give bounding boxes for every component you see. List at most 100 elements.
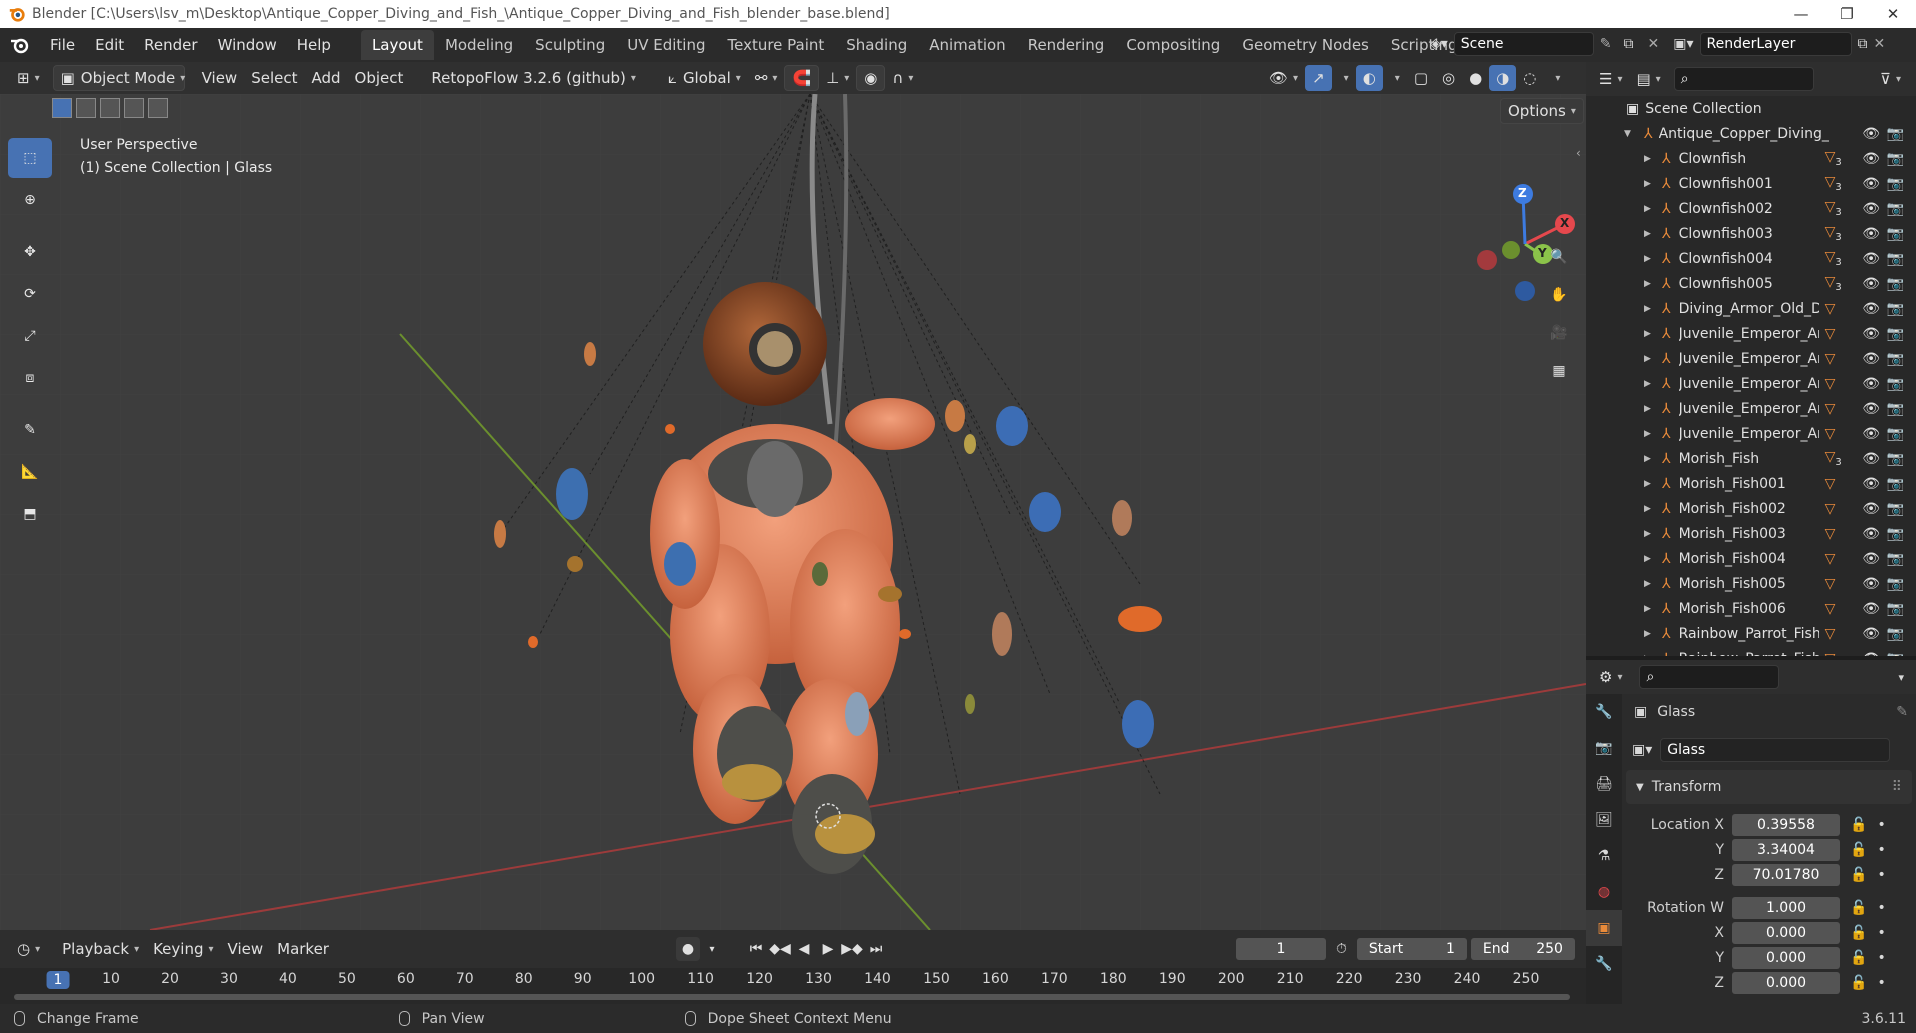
lock-icon[interactable]: 🔓 [1850,900,1867,916]
rotation-w-field[interactable]: 1.000 [1732,896,1840,919]
properties-search-input[interactable]: ⌕ [1639,665,1780,689]
gizmo-x-label[interactable]: X [1560,216,1569,230]
keyframe-dot-icon[interactable]: • [1877,975,1885,991]
zoom-icon[interactable]: 🔍 [1542,240,1576,274]
record-icon[interactable]: ● [676,937,700,961]
pin-scene-icon[interactable]: ✎ [1600,36,1612,52]
select-new-icon[interactable] [52,98,72,118]
collection-row[interactable]: ▼ ⅄ Antique_Copper_Diving_ar 👁 📷 [1586,121,1916,146]
jump-start-icon[interactable]: ⏮ [744,937,768,961]
transform-panel-header[interactable]: ▼ Transform ⠿ [1626,770,1912,804]
orientation-dropdown[interactable]: ⟀ Global ▾ [661,65,748,91]
expand-arrow-icon[interactable]: ▶ [1644,604,1658,614]
falloff-icon[interactable]: ∩ ▾ [885,65,920,91]
expand-arrow-icon[interactable]: ▶ [1644,629,1658,639]
eye-icon[interactable]: 👁 [1862,401,1880,417]
solid-shading-icon[interactable]: ● [1462,65,1489,91]
expand-arrow-icon[interactable]: ▶ [1644,254,1658,264]
outliner-row[interactable]: ▶ ⅄ Juvenile_Emperor_Anc ▽ 👁 📷 [1586,321,1916,346]
location-y-field[interactable]: 3.34004 [1732,838,1840,861]
eye-icon[interactable]: 👁 [1862,301,1880,317]
menu-edit[interactable]: Edit [85,36,134,54]
keyframe-dot-icon[interactable]: • [1877,925,1885,941]
camera-icon[interactable]: 📷 [1887,401,1904,417]
xray-toggle-icon[interactable]: ▢ [1407,65,1435,91]
material-shading-icon[interactable]: ◑ [1489,65,1517,91]
jump-end-icon[interactable]: ⏭ [864,937,888,961]
new-view-layer-icon[interactable]: ⧉ [1858,36,1868,52]
tab-rendering[interactable]: Rendering [1017,30,1116,60]
filter-icon[interactable]: ⊽ ▾ [1873,66,1908,92]
outliner-row[interactable]: ▶ ⅄ Morish_Fish ▽3 👁 📷 [1586,446,1916,471]
eye-icon[interactable]: 👁 [1862,276,1880,292]
gizmo-z-label[interactable]: Z [1518,186,1527,200]
view-layer-field[interactable]: RenderLayer [1699,32,1852,56]
eye-icon[interactable]: 👁 [1862,326,1880,342]
outliner-row[interactable]: ▶ ⅄ Diving_Armor_Old_Div ▽ 👁 📷 [1586,296,1916,321]
overlay-toggle-icon[interactable]: ◐ [1355,65,1383,91]
outliner-row[interactable]: ▶ ⅄ Juvenile_Emperor_Anc ▽ 👁 📷 [1586,346,1916,371]
outliner-row[interactable]: ▶ ⅄ Juvenile_Emperor_Anc ▽ 👁 📷 [1586,396,1916,421]
object-properties-icon[interactable]: ▣ [1586,910,1622,946]
expand-arrow-icon[interactable]: ▶ [1644,379,1658,389]
properties-editor-type-icon[interactable]: ⚙ ▾ [1592,664,1629,690]
outliner-editor-type-icon[interactable]: ☰ ▾ [1592,66,1629,92]
minimize-button[interactable]: — [1778,0,1824,28]
outliner-row[interactable]: ▶ ⅄ Clownfish003 ▽3 👁 📷 [1586,221,1916,246]
render-properties-icon[interactable]: 📷 [1586,730,1622,766]
outliner-row[interactable]: ▶ ⅄ Morish_Fish002 ▽ 👁 📷 [1586,496,1916,521]
expand-arrow-icon[interactable]: ▶ [1644,279,1658,289]
menu-keying[interactable]: Keying ▾ [146,936,220,962]
outliner-row[interactable]: ▶ ⅄ Morish_Fish001 ▽ 👁 📷 [1586,471,1916,496]
eye-icon[interactable]: 👁 [1862,651,1880,657]
outliner-row[interactable]: ▶ ⅄ Rainbow_Parrot_Fish0▽ 👁📷 [1586,646,1916,657]
maximize-button[interactable]: ❐ [1824,0,1870,28]
camera-icon[interactable]: 📷 [1887,326,1904,342]
snap-toggle-icon[interactable]: 🧲 [784,65,820,91]
jump-next-keyframe-icon[interactable]: ▶◆ [840,937,864,961]
sidebar-toggle-icon[interactable]: ‹ [1576,146,1581,160]
jump-prev-keyframe-icon[interactable]: ◆◀ [768,937,792,961]
camera-icon[interactable]: 📷 [1887,301,1904,317]
lock-icon[interactable]: 🔓 [1850,842,1867,858]
menu-select[interactable]: Select [244,65,304,91]
camera-icon[interactable]: 📷 [1887,651,1904,657]
eye-icon[interactable]: 👁 [1862,151,1880,167]
eye-icon[interactable]: 👁 [1862,501,1880,517]
tab-sculpting[interactable]: Sculpting [524,30,616,60]
scene-properties-icon[interactable]: ⚗ [1586,838,1622,874]
output-properties-icon[interactable]: 🖨 [1586,766,1622,802]
select-extend-icon[interactable] [76,98,96,118]
keyframe-dot-icon[interactable]: • [1877,900,1885,916]
expand-arrow-icon[interactable]: ▶ [1644,504,1658,514]
world-properties-icon[interactable]: ◍ [1586,874,1622,910]
gizmo-toggle-icon[interactable]: ↗ [1305,65,1332,91]
select-invert-icon[interactable] [124,98,144,118]
view-layer-icon[interactable]: ▣▾ [1673,36,1693,52]
outliner-row[interactable]: ▶ ⅄ Morish_Fish004 ▽ 👁 📷 [1586,546,1916,571]
camera-icon[interactable]: 📷 [1887,126,1904,142]
menu-render[interactable]: Render [134,36,207,54]
camera-view-icon[interactable]: 🎥 [1542,316,1576,350]
camera-icon[interactable]: 📷 [1887,376,1904,392]
tab-geometry-nodes[interactable]: Geometry Nodes [1231,30,1380,60]
menu-marker[interactable]: Marker [270,936,336,962]
shading-dropdown-icon[interactable]: ▾ [1543,65,1567,91]
delete-view-layer-icon[interactable]: ✕ [1874,36,1886,52]
rotation-x-field[interactable]: 0.000 [1732,921,1840,944]
camera-icon[interactable]: 📷 [1887,626,1904,642]
expand-arrow-icon[interactable]: ▶ [1644,154,1658,164]
display-mode-icon[interactable]: ▤ ▾ [1629,66,1667,92]
select-intersect-icon[interactable] [148,98,168,118]
menu-window[interactable]: Window [208,36,287,54]
tab-animation[interactable]: Animation [918,30,1016,60]
menu-timeline-view[interactable]: View [221,936,271,962]
play-reverse-icon[interactable]: ◀ [792,937,816,961]
tab-shading[interactable]: Shading [835,30,918,60]
keyframe-dot-icon[interactable]: • [1877,950,1885,966]
select-subtract-icon[interactable] [100,98,120,118]
eye-icon[interactable]: 👁 [1862,526,1880,542]
object-data-icon[interactable]: ▣▾ [1632,742,1652,758]
keyframe-dot-icon[interactable]: • [1877,817,1885,833]
visibility-icon[interactable]: 👁 ▾ [1262,65,1305,91]
